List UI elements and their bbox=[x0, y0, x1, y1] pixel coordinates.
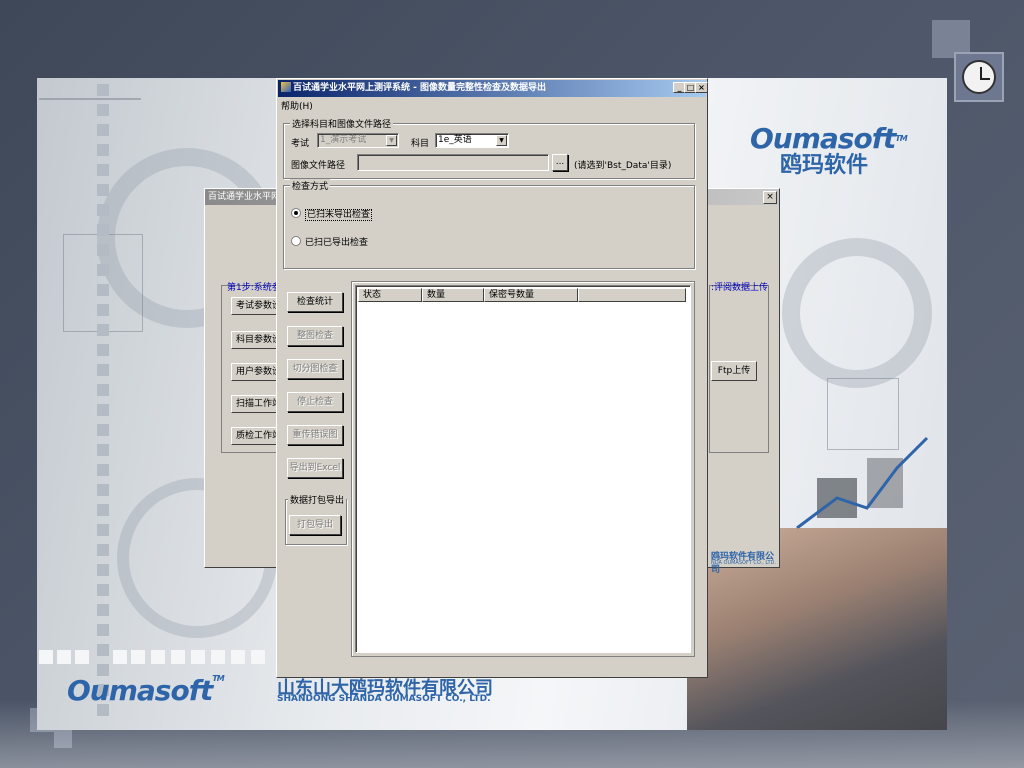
menu-help[interactable]: 帮助(H) bbox=[281, 102, 313, 112]
brand-logo: OumasoftTM 鸥玛软件 bbox=[750, 122, 908, 178]
background-upload-label: :评阅数据上传 bbox=[711, 283, 769, 293]
table-header: 状态 数量 保密号数量 bbox=[358, 288, 686, 302]
radio-unselected-icon bbox=[291, 236, 301, 246]
export-excel-button[interactable]: 导出到Excel bbox=[287, 458, 343, 478]
pack-export-button[interactable]: 打包导出 bbox=[289, 515, 341, 535]
column-status[interactable]: 状态 bbox=[358, 288, 422, 302]
exam-select[interactable]: 1_演示考试 ▼ bbox=[317, 133, 399, 148]
background-company-name-en: NDA OUMASOFT CO., LTD. bbox=[711, 560, 776, 566]
radio-selected-icon bbox=[291, 208, 301, 218]
image-path-label: 图像文件路径 bbox=[291, 161, 346, 171]
image-path-field[interactable] bbox=[357, 154, 549, 171]
window-titlebar: 百试通学业水平网上测评系统 - 图像数量完整性检查及数据导出 bbox=[278, 80, 706, 97]
main-window: 百试通学业水平网上测评系统 - 图像数量完整性检查及数据导出 _ □ × 帮助(… bbox=[276, 78, 708, 678]
subject-label: 科目 bbox=[411, 139, 430, 149]
column-secret-count[interactable]: 保密号数量 bbox=[484, 288, 578, 302]
background-step1-label: 第1步:系统参 bbox=[227, 283, 281, 293]
subject-select-value: 1e_英语 bbox=[438, 135, 472, 145]
check-stats-button[interactable]: 检查统计 bbox=[287, 292, 343, 312]
chevron-down-icon: ▼ bbox=[386, 135, 397, 146]
ftp-upload-button[interactable]: Ftp上传 bbox=[711, 361, 757, 381]
path-group-legend: 选择科目和图像文件路径 bbox=[290, 117, 394, 130]
rerun-errors-button[interactable]: 重传错误图 bbox=[287, 425, 343, 445]
pack-export-legend: 数据打包导出 bbox=[288, 493, 346, 506]
browse-button[interactable]: ... bbox=[552, 154, 568, 171]
film-strip-decoration bbox=[95, 78, 111, 730]
app-icon bbox=[281, 82, 291, 92]
cut-image-check-button[interactable]: 切分图检查 bbox=[287, 359, 343, 379]
exam-select-value: 1_演示考试 bbox=[320, 135, 367, 145]
exam-label: 考试 bbox=[291, 139, 310, 149]
column-empty[interactable] bbox=[578, 288, 686, 302]
close-button[interactable]: × bbox=[695, 82, 708, 93]
clock-icon bbox=[954, 52, 1004, 102]
column-count[interactable]: 数量 bbox=[422, 288, 484, 302]
background-close-button[interactable]: × bbox=[763, 191, 777, 204]
path-hint: (请选到'Bst_Data'目录) bbox=[574, 161, 672, 171]
brand-logo-bottom: OumasoftTM bbox=[67, 674, 225, 707]
menu-bar: 帮助(H) bbox=[281, 99, 313, 112]
company-name-en: SHANDONG SHANDA OUMASOFT CO., LTD. bbox=[277, 694, 491, 704]
check-method-group: 检查方式 bbox=[283, 179, 695, 269]
results-table[interactable]: 状态 数量 保密号数量 bbox=[355, 285, 691, 653]
window-title: 百试通学业水平网上测评系统 - 图像数量完整性检查及数据导出 bbox=[293, 83, 547, 93]
decorative-frame bbox=[39, 98, 141, 100]
full-image-check-button[interactable]: 整图检查 bbox=[287, 326, 343, 346]
stop-check-button[interactable]: 停止检查 bbox=[287, 392, 343, 412]
subject-select[interactable]: 1e_英语 ▼ bbox=[435, 133, 509, 148]
check-method-legend: 检查方式 bbox=[290, 179, 331, 192]
radio-exported-check[interactable]: 已扫已导出检查 bbox=[291, 235, 368, 248]
decorative-ring bbox=[782, 238, 932, 388]
radio-unexported-check[interactable]: 已扫未导出检查 bbox=[291, 207, 373, 221]
chevron-down-icon: ▼ bbox=[496, 135, 507, 146]
